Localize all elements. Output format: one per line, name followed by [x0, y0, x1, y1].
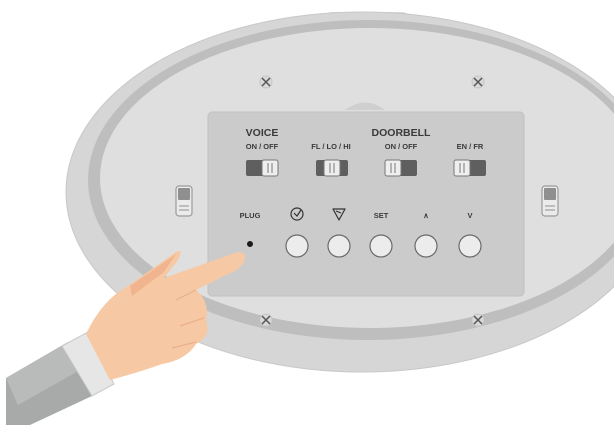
side-latch-left	[175, 185, 193, 217]
timer-button[interactable]	[327, 234, 351, 258]
control-panel	[207, 111, 525, 297]
language-switch-label: EN / FR	[457, 142, 484, 151]
plug-jack[interactable]	[247, 241, 253, 247]
set-button[interactable]	[369, 234, 393, 258]
down-label: V	[467, 211, 472, 220]
doorbell-switch[interactable]	[384, 159, 417, 177]
screw-top-left	[259, 75, 273, 89]
set-label: SET	[374, 211, 389, 220]
side-latch-right	[541, 185, 559, 217]
mode-switch-label: FL / LO / HI	[311, 142, 350, 151]
voice-title: VOICE	[246, 127, 279, 139]
device-illustration: VOICE ON / OFF DOORBELL FL / LO / HI ON …	[6, 11, 614, 425]
screw-bottom-right	[471, 313, 485, 327]
screw-top-right	[471, 75, 485, 89]
screw-bottom-left	[259, 313, 273, 327]
language-switch[interactable]	[453, 159, 486, 177]
up-button[interactable]	[414, 234, 438, 258]
up-label: ∧	[423, 211, 429, 220]
voice-switch[interactable]	[246, 159, 279, 177]
mode-switch[interactable]	[316, 159, 348, 177]
voice-switch-label: ON / OFF	[246, 142, 279, 151]
plug-label: PLUG	[240, 211, 261, 220]
doorbell-switch-label: ON / OFF	[385, 142, 418, 151]
clock-button[interactable]	[285, 234, 309, 258]
doorbell-title: DOORBELL	[372, 127, 432, 139]
down-button[interactable]	[458, 234, 482, 258]
